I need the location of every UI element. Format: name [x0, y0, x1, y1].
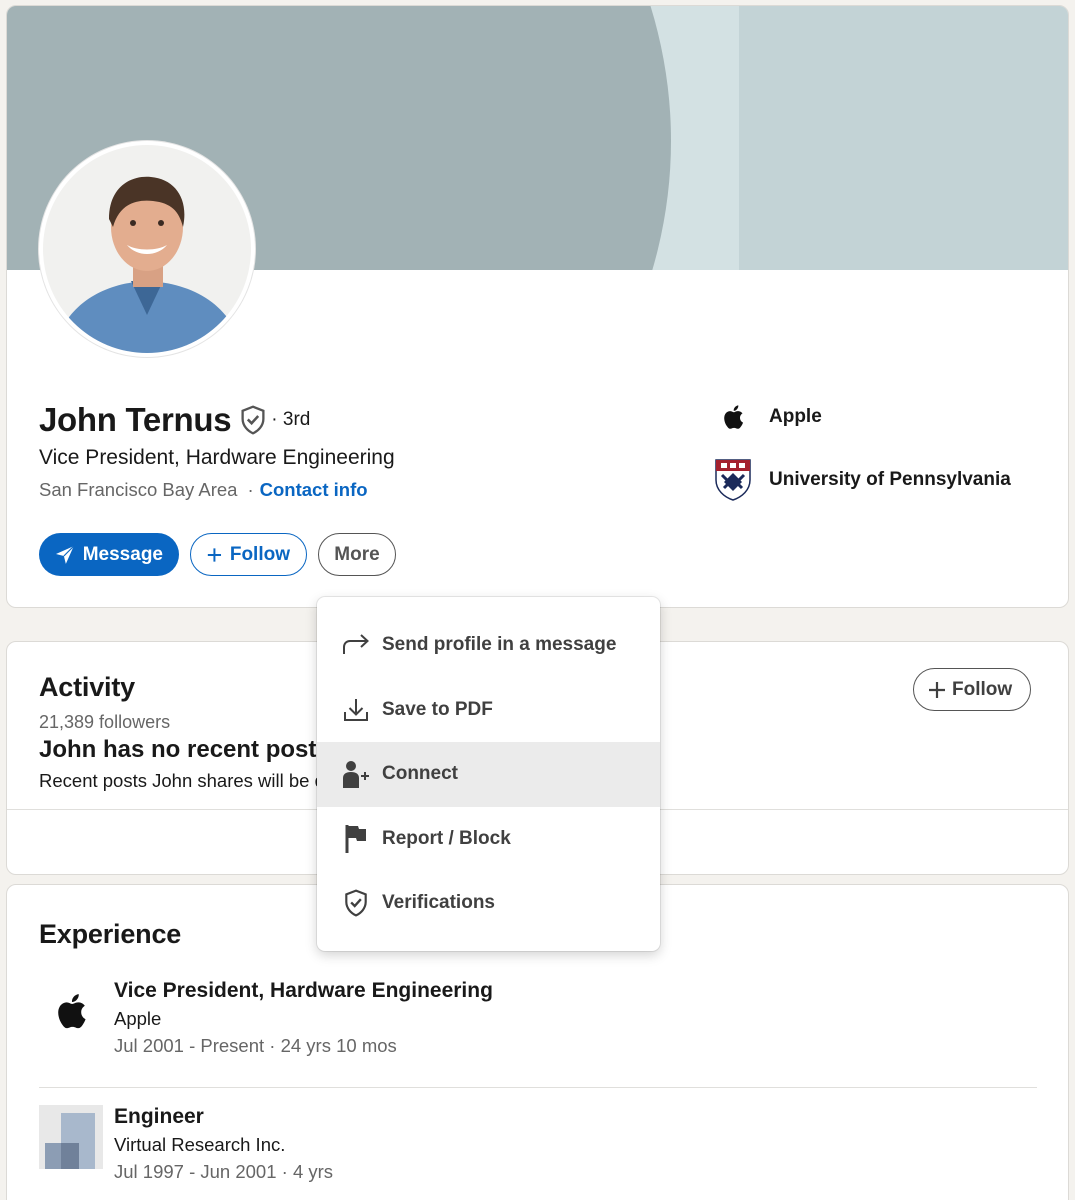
school-name: University of Pennsylvania: [769, 469, 1011, 490]
separator-dot: ·: [247, 479, 254, 500]
more-button-label: More: [334, 543, 380, 565]
menu-item-label: Connect: [382, 763, 458, 785]
upenn-shield-icon: [711, 458, 755, 502]
menu-item-save-pdf[interactable]: Save to PDF: [317, 678, 660, 743]
avatar-photo: [43, 145, 251, 353]
activity-follow-label: Follow: [952, 678, 1013, 700]
experience-title-text: Vice President, Hardware Engineering: [114, 979, 493, 1002]
profile-card: John Ternus · 3rd Vice President, Hardwa…: [6, 5, 1069, 608]
contact-info-link[interactable]: Contact info: [260, 479, 368, 501]
plus-icon: [207, 547, 222, 562]
profile-actions: Message Follow More: [39, 533, 396, 576]
current-company-name: Apple: [769, 406, 822, 427]
no-posts-heading: John has no recent posts: [39, 736, 330, 763]
follow-button[interactable]: Follow: [190, 533, 307, 576]
send-icon: [55, 545, 75, 564]
experience-item[interactable]: Vice President, Hardware Engineering App…: [39, 979, 493, 1057]
message-button-label: Message: [82, 543, 163, 565]
verified-shield-icon: [341, 888, 371, 918]
company-placeholder-icon: [39, 1105, 103, 1169]
menu-item-send-profile[interactable]: Send profile in a message: [317, 613, 660, 678]
experience-details: Vice President, Hardware Engineering App…: [114, 979, 493, 1057]
apple-logo-icon: [39, 979, 103, 1043]
profile-location: San Francisco Bay Area: [39, 479, 238, 500]
menu-item-label: Send profile in a message: [382, 634, 617, 656]
location-row: San Francisco Bay Area · Contact info: [39, 479, 368, 501]
experience-title: Experience: [39, 919, 182, 949]
menu-item-report-block[interactable]: Report / Block: [317, 807, 660, 872]
divider: [39, 1087, 1037, 1088]
experience-item[interactable]: Engineer Virtual Research Inc. Jul 1997 …: [39, 1105, 333, 1183]
activity-follow-button[interactable]: Follow: [913, 668, 1031, 711]
experience-dates: Jul 2001 - Present · 24 yrs 10 mos: [114, 1035, 397, 1056]
follow-button-label: Follow: [229, 543, 290, 565]
experience-company: Apple: [114, 1008, 162, 1029]
add-person-icon: [341, 759, 371, 789]
share-arrow-icon: [341, 630, 371, 660]
experience-details: Engineer Virtual Research Inc. Jul 1997 …: [114, 1105, 333, 1183]
name-row: John Ternus · 3rd: [39, 401, 310, 439]
follower-count[interactable]: 21,389 followers: [39, 712, 170, 733]
avatar[interactable]: [39, 141, 255, 357]
activity-title: Activity: [39, 672, 135, 702]
experience-title-text: Engineer: [114, 1105, 204, 1128]
download-icon: [341, 695, 371, 725]
verified-shield-icon[interactable]: [239, 405, 267, 435]
experience-company: Virtual Research Inc.: [114, 1134, 286, 1155]
connection-degree: · 3rd: [271, 409, 311, 430]
menu-item-connect[interactable]: Connect: [317, 742, 660, 807]
profile-name: John Ternus: [39, 401, 232, 438]
menu-item-label: Save to PDF: [382, 698, 493, 720]
message-button[interactable]: Message: [39, 533, 179, 576]
banner-block-shape: [739, 6, 1068, 270]
experience-dates: Jul 1997 - Jun 2001 · 4 yrs: [114, 1161, 334, 1182]
more-button[interactable]: More: [318, 533, 396, 576]
menu-item-verifications[interactable]: Verifications: [317, 871, 660, 936]
school-link[interactable]: University of Pennsylvania: [711, 458, 1011, 502]
menu-item-label: Verifications: [382, 892, 495, 914]
plus-icon: [929, 681, 945, 698]
current-company-link[interactable]: Apple: [711, 404, 822, 430]
more-dropdown-menu: Send profile in a message Save to PDF Co…: [317, 597, 660, 951]
apple-logo-icon: [711, 404, 755, 430]
menu-item-label: Report / Block: [382, 827, 511, 849]
flag-icon: [341, 824, 371, 854]
profile-headline: Vice President, Hardware Engineering: [39, 446, 395, 469]
